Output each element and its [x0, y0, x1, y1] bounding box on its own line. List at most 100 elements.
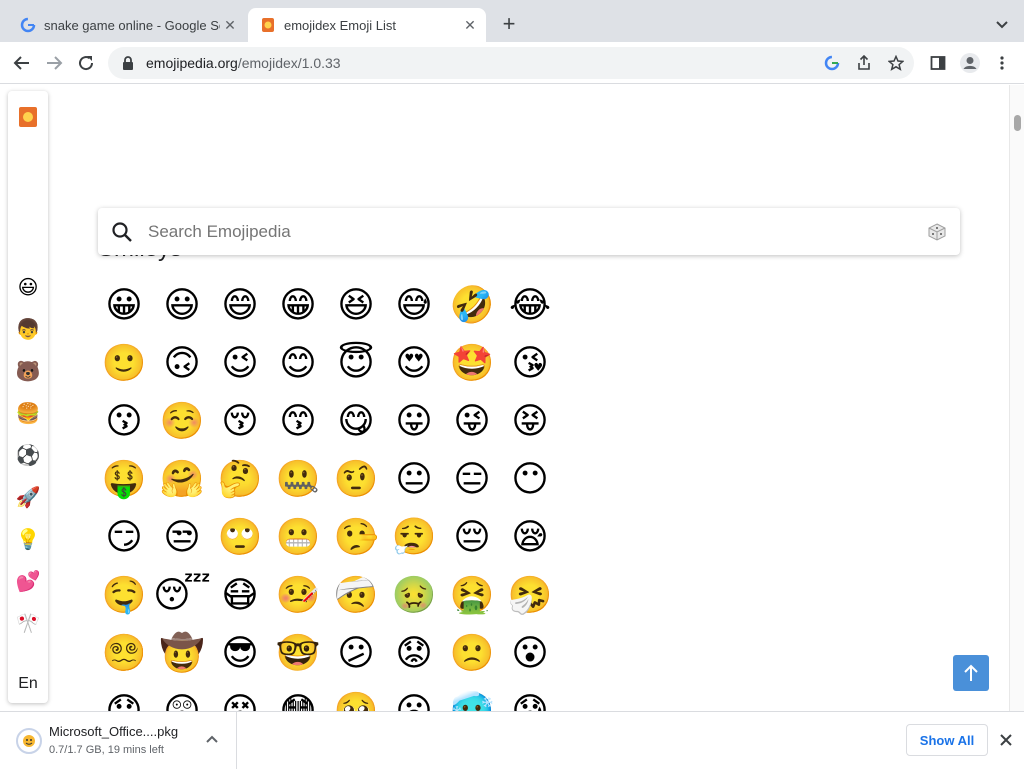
- emoji-cell[interactable]: 😴: [153, 566, 211, 624]
- tab-google-search[interactable]: snake game online - Google Se ✕: [8, 8, 246, 42]
- emoji-cell[interactable]: 😛: [385, 392, 443, 450]
- emoji-cell[interactable]: 🤗: [153, 450, 211, 508]
- emoji-cell[interactable]: 😄: [211, 276, 269, 334]
- emoji-cell[interactable]: 🤑: [95, 450, 153, 508]
- emoji-cell[interactable]: 🤩: [443, 334, 501, 392]
- activities-category-icon[interactable]: ⚽: [14, 441, 42, 469]
- back-button[interactable]: [10, 51, 34, 75]
- emoji-cell[interactable]: 😉: [211, 334, 269, 392]
- emoji-cell[interactable]: ☺️: [153, 392, 211, 450]
- emoji-cell[interactable]: 😒: [153, 508, 211, 566]
- bookmark-star-icon[interactable]: [886, 53, 906, 73]
- language-selector[interactable]: En: [8, 675, 48, 693]
- close-tab-icon[interactable]: ✕: [460, 15, 480, 35]
- search-icon[interactable]: [110, 220, 134, 244]
- people-category-icon[interactable]: 👦: [14, 315, 42, 343]
- emoji-cell[interactable]: 😚: [211, 392, 269, 450]
- symbols-category-icon[interactable]: 💕: [14, 567, 42, 595]
- emoji-cell[interactable]: 🤢: [385, 566, 443, 624]
- close-tab-icon[interactable]: ✕: [220, 15, 240, 35]
- emoji-cell[interactable]: 🤔: [211, 450, 269, 508]
- emoji-cell[interactable]: 😳: [269, 682, 327, 712]
- emoji-cell[interactable]: 😋: [327, 392, 385, 450]
- side-panel-icon[interactable]: [926, 51, 950, 75]
- forward-button[interactable]: [42, 51, 66, 75]
- emoji-cell[interactable]: 😟: [385, 624, 443, 682]
- emoji-cell[interactable]: 🙃: [153, 334, 211, 392]
- google-lens-icon[interactable]: [822, 53, 842, 73]
- profile-avatar-icon[interactable]: [958, 51, 982, 75]
- emoji-cell[interactable]: 😰: [501, 682, 559, 712]
- emoji-cell[interactable]: 🤓: [269, 624, 327, 682]
- emoji-cell[interactable]: 😂: [501, 276, 559, 334]
- emoji-cell[interactable]: 😑: [443, 450, 501, 508]
- emoji-cell[interactable]: 😕: [327, 624, 385, 682]
- chevron-down-icon[interactable]: [994, 16, 1010, 32]
- emoji-cell[interactable]: 😆: [327, 276, 385, 334]
- search-input[interactable]: [148, 216, 926, 247]
- emoji-cell[interactable]: 🤮: [443, 566, 501, 624]
- emoji-cell[interactable]: 🤐: [269, 450, 327, 508]
- menu-kebab-icon[interactable]: [990, 51, 1014, 75]
- share-icon[interactable]: [854, 53, 874, 73]
- emoji-cell[interactable]: 😙: [269, 392, 327, 450]
- emoji-cell[interactable]: 😲: [153, 682, 211, 712]
- emoji-cell[interactable]: 😅: [385, 276, 443, 334]
- emoji-cell[interactable]: 😦: [385, 682, 443, 712]
- download-item[interactable]: Microsoft_Office....pkg 0.7/1.7 GB, 19 m…: [0, 712, 237, 769]
- emoji-cell[interactable]: 😶: [501, 450, 559, 508]
- smileys-category-icon[interactable]: 😃: [14, 273, 42, 301]
- reload-button[interactable]: [74, 51, 98, 75]
- emoji-cell[interactable]: 😯: [95, 682, 153, 712]
- address-bar[interactable]: emojipedia.org/emojidex/1.0.33: [108, 47, 914, 79]
- emoji-cell[interactable]: 🤨: [327, 450, 385, 508]
- emoji-cell[interactable]: 🤧: [501, 566, 559, 624]
- food-category-icon[interactable]: 🍔: [14, 399, 42, 427]
- tab-emojidex[interactable]: emojidex Emoji List ✕: [248, 8, 486, 42]
- chevron-up-icon[interactable]: [204, 732, 220, 748]
- emoji-cell[interactable]: 😜: [443, 392, 501, 450]
- emoji-cell[interactable]: 🤥: [327, 508, 385, 566]
- emoji-cell[interactable]: 😮: [501, 624, 559, 682]
- emoji-cell[interactable]: 😮‍💨: [385, 508, 443, 566]
- emoji-cell[interactable]: 😇: [327, 334, 385, 392]
- travel-category-icon[interactable]: 🚀: [14, 483, 42, 511]
- emoji-cell[interactable]: 😗: [95, 392, 153, 450]
- emoji-cell[interactable]: 🤠: [153, 624, 211, 682]
- show-all-button[interactable]: Show All: [906, 724, 988, 756]
- emoji-cell[interactable]: 🤕: [327, 566, 385, 624]
- scroll-to-top-button[interactable]: [953, 655, 989, 691]
- emoji-cell[interactable]: 😔: [443, 508, 501, 566]
- emoji-cell[interactable]: 😊: [269, 334, 327, 392]
- emojidex-logo-icon[interactable]: [14, 103, 42, 131]
- animals-category-icon[interactable]: 🐻: [14, 357, 42, 385]
- emoji-cell[interactable]: 😘: [501, 334, 559, 392]
- emoji-cell[interactable]: 😎: [211, 624, 269, 682]
- emoji-cell[interactable]: 🤣: [443, 276, 501, 334]
- emoji-cell[interactable]: 😪: [501, 508, 559, 566]
- emoji-cell[interactable]: 😏: [95, 508, 153, 566]
- emoji-cell[interactable]: 😍: [385, 334, 443, 392]
- close-icon[interactable]: [996, 730, 1016, 750]
- emoji-cell[interactable]: 😁: [269, 276, 327, 334]
- emoji-cell[interactable]: 🙂: [95, 334, 153, 392]
- emoji-cell[interactable]: 🤒: [269, 566, 327, 624]
- emoji-cell[interactable]: 😝: [501, 392, 559, 450]
- flags-category-icon[interactable]: 🎌: [14, 609, 42, 637]
- emoji-cell[interactable]: 😵: [211, 682, 269, 712]
- emoji-cell[interactable]: 🙁: [443, 624, 501, 682]
- emoji-cell[interactable]: 🤤: [95, 566, 153, 624]
- emoji-cell[interactable]: 😵‍💫: [95, 624, 153, 682]
- emoji-cell[interactable]: 🙄: [211, 508, 269, 566]
- emoji-cell[interactable]: 😀: [95, 276, 153, 334]
- new-tab-button[interactable]: +: [498, 13, 520, 36]
- emoji-cell[interactable]: 😐: [385, 450, 443, 508]
- emoji-cell[interactable]: 🥶: [443, 682, 501, 712]
- emoji-cell[interactable]: 🥺: [327, 682, 385, 712]
- random-dice-icon[interactable]: [926, 221, 948, 243]
- scrollbar-thumb[interactable]: [1014, 115, 1021, 131]
- page-scrollbar[interactable]: [1009, 85, 1024, 711]
- emoji-cell[interactable]: 😃: [153, 276, 211, 334]
- emoji-cell[interactable]: 😷: [211, 566, 269, 624]
- objects-category-icon[interactable]: 💡: [14, 525, 42, 553]
